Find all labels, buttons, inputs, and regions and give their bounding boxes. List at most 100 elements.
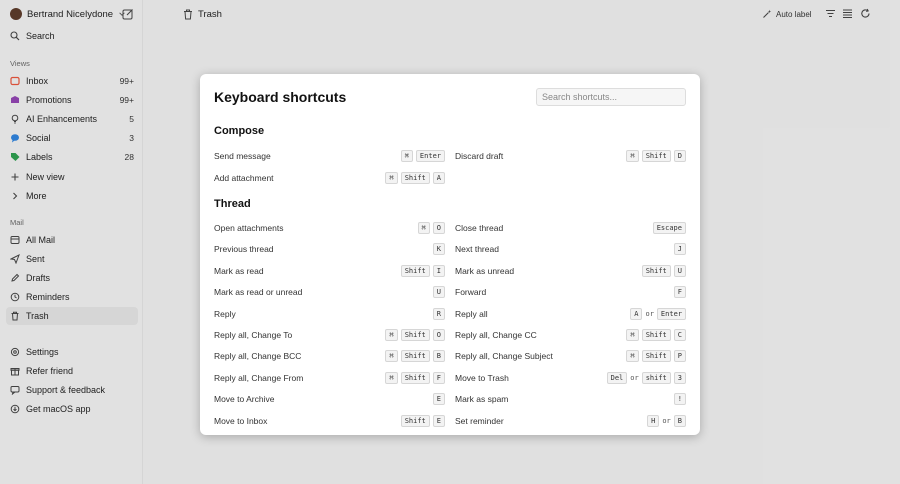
shortcut-keys: ⌘ Shift A bbox=[385, 171, 445, 184]
shortcut-keys: Hor B bbox=[647, 414, 686, 427]
shortcut-keys: ! bbox=[673, 393, 686, 406]
shortcut-label: Discard draft bbox=[455, 151, 504, 161]
key-cap: Escape bbox=[652, 222, 686, 234]
shortcut-row: Next thread J bbox=[455, 242, 686, 256]
shortcut-row: Move to Trash Del or shift 3 bbox=[455, 371, 686, 385]
shortcut-label: Mark as unread bbox=[455, 265, 515, 276]
shortcut-label: Move to Inbox bbox=[214, 415, 268, 426]
shortcut-label: Add attachment bbox=[214, 172, 274, 183]
shortcut-row: Set reminder Hor B bbox=[455, 414, 686, 428]
shortcut-row: Discard draft ⌘ Shift D bbox=[455, 149, 686, 163]
key-cap: Shift bbox=[641, 264, 671, 277]
or-separator: or bbox=[645, 309, 654, 318]
key-cap: E bbox=[432, 414, 445, 427]
key-cap: H bbox=[647, 414, 660, 427]
shortcut-label: Reply all, Change Subject bbox=[455, 351, 553, 362]
shortcut-row: Move to Inbox Shift E bbox=[214, 414, 445, 428]
or-separator: or bbox=[630, 373, 639, 382]
key-cap: Del bbox=[606, 371, 628, 384]
shortcut-keys: J bbox=[673, 243, 686, 256]
key-cap: F bbox=[432, 371, 445, 384]
shortcut-row: Reply all, Change BCC ⌘ Shift B bbox=[214, 349, 445, 363]
shortcut-label: Mark as read bbox=[214, 265, 264, 276]
shortcut-row: Reply R bbox=[214, 307, 445, 321]
shortcut-label: Mark as read or unread bbox=[214, 287, 303, 298]
shortcut-label: Previous thread bbox=[214, 244, 274, 255]
key-cap: B bbox=[673, 414, 686, 427]
shortcut-row: Add attachment ⌘ Shift A bbox=[214, 171, 445, 185]
key-cap: Enter bbox=[415, 150, 445, 162]
key-cap: C bbox=[673, 329, 686, 341]
shortcut-keys: K bbox=[432, 243, 445, 256]
shortcut-row: Reply all, Change From ⌘ Shift F bbox=[214, 371, 445, 385]
shortcut-row: Forward F bbox=[455, 285, 686, 299]
key-cap: Shift bbox=[400, 264, 430, 277]
shortcut-label: Forward bbox=[455, 287, 487, 298]
shortcut-label: Mark as spam bbox=[455, 394, 509, 405]
shortcut-label: Move to Archive bbox=[214, 394, 275, 405]
shortcut-keys: F bbox=[673, 286, 686, 299]
key-cap: ⌘ bbox=[385, 171, 398, 184]
shortcut-keys: Del or shift 3 bbox=[606, 371, 686, 384]
key-cap: Shift bbox=[400, 414, 430, 427]
shortcut-label: Reply all bbox=[455, 308, 488, 319]
keyboard-shortcuts-dialog: Keyboard shortcuts Compose Send message ⌘… bbox=[200, 74, 700, 435]
shortcut-label: Reply all, Change From bbox=[214, 372, 304, 383]
thread-section-header: Thread bbox=[214, 198, 251, 210]
shortcut-row: Reply all, Change Subject ⌘ Shift P bbox=[455, 349, 686, 363]
dialog-title: Keyboard shortcuts bbox=[214, 89, 347, 105]
shortcut-keys: Escape bbox=[652, 222, 686, 234]
key-cap: ⌘ bbox=[626, 150, 639, 162]
shortcut-row: Send message ⌘ Enter bbox=[214, 149, 445, 163]
key-cap: I bbox=[432, 264, 445, 277]
key-cap: Shift bbox=[641, 150, 671, 162]
shortcut-label: Open attachments bbox=[214, 223, 284, 233]
key-cap: O bbox=[432, 222, 445, 234]
shortcut-row: Mark as read Shift I bbox=[214, 264, 445, 278]
shortcut-row: Mark as read or unread U bbox=[214, 285, 445, 299]
key-cap: U bbox=[673, 264, 686, 277]
key-cap: ⌘ bbox=[626, 329, 639, 341]
key-cap: ⌘ bbox=[400, 150, 413, 162]
key-cap: J bbox=[673, 243, 686, 256]
shortcut-row: Reply all Aor Enter bbox=[455, 307, 686, 321]
shortcut-keys: Shift E bbox=[400, 414, 445, 427]
key-cap: ! bbox=[673, 393, 686, 406]
shortcut-keys: Shift U bbox=[641, 264, 686, 277]
search-shortcuts-input[interactable] bbox=[536, 88, 686, 106]
shortcut-label: Send message bbox=[214, 151, 271, 161]
key-cap: A bbox=[432, 171, 445, 184]
key-cap: U bbox=[432, 286, 445, 299]
key-cap: Enter bbox=[656, 307, 686, 320]
shortcut-row: Close thread Escape bbox=[455, 221, 686, 235]
shortcut-keys: ⌘ O bbox=[417, 222, 445, 234]
shortcut-label: Reply all, Change To bbox=[214, 330, 293, 340]
or-separator: or bbox=[662, 416, 671, 425]
shortcut-keys: ⌘ Shift O bbox=[385, 329, 445, 341]
key-cap: Shift bbox=[400, 350, 430, 363]
compose-section-header: Compose bbox=[214, 125, 265, 137]
shortcut-keys: R bbox=[432, 307, 445, 320]
shortcut-keys: E bbox=[432, 393, 445, 406]
key-cap: B bbox=[432, 350, 445, 363]
shortcut-row: Move to Archive E bbox=[214, 392, 445, 406]
key-cap: P bbox=[673, 350, 686, 363]
shortcut-label: Set reminder bbox=[455, 415, 504, 426]
key-cap: R bbox=[432, 307, 445, 320]
key-cap: ⌘ bbox=[385, 350, 398, 363]
shortcut-label: Next thread bbox=[455, 244, 499, 255]
key-cap: F bbox=[673, 286, 686, 299]
key-cap: K bbox=[432, 243, 445, 256]
key-cap: ⌘ bbox=[385, 329, 398, 341]
key-cap: E bbox=[432, 393, 445, 406]
key-cap: O bbox=[432, 329, 445, 341]
shortcut-row: Mark as spam! bbox=[455, 392, 686, 406]
key-cap: Shift bbox=[400, 329, 430, 341]
shortcut-row: Previous thread K bbox=[214, 242, 445, 256]
key-cap: ⌘ bbox=[626, 350, 639, 363]
shortcut-keys: ⌘ Shift D bbox=[626, 150, 686, 162]
key-cap: D bbox=[673, 150, 686, 162]
shortcut-keys: ⌘ Shift B bbox=[385, 350, 445, 363]
shortcut-keys: ⌘ Shift C bbox=[626, 329, 686, 341]
key-cap: shift bbox=[641, 371, 671, 384]
